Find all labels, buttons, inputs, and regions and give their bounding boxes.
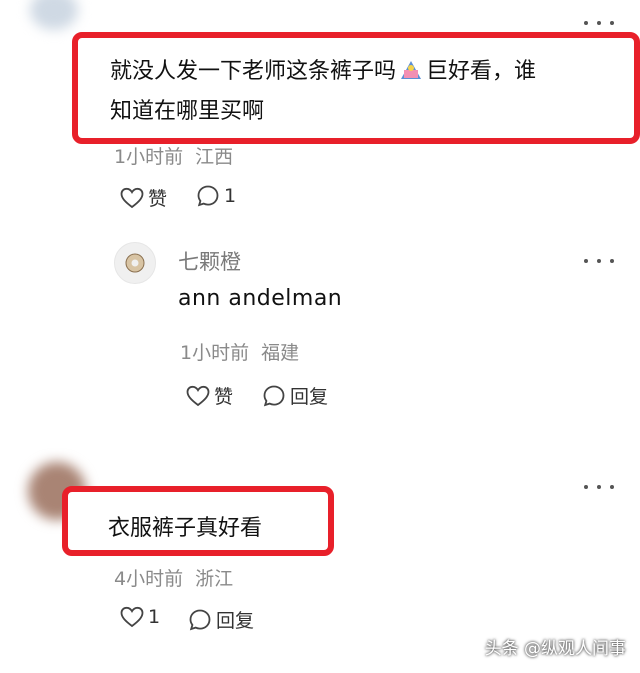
comment-bubble-icon [189,609,211,630]
reply-button[interactable]: 回复 [262,382,328,409]
reply-time: 1小时前 [180,342,250,364]
reply-location: 福建 [261,342,300,364]
reply-label: 回复 [290,386,329,408]
reply-count: 1 [224,185,237,207]
like-button[interactable]: 赞 [186,382,233,409]
comment-text-line2: 知道在哪里买啊 [110,99,265,124]
reply-button[interactable]: 回复 [188,606,254,633]
comment-bubble-icon [263,385,285,406]
comment-bubble-icon [197,185,219,207]
comment-text: 衣服裤子真好看 [108,516,263,541]
more-options-icon[interactable] [584,254,614,268]
comment-time: 4小时前 [114,568,184,590]
reply-button[interactable]: 1 [196,184,236,208]
heart-icon [120,606,144,628]
comment-location: 浙江 [195,568,234,590]
more-options-icon[interactable] [584,480,614,494]
like-label: 赞 [148,188,168,210]
more-options-icon[interactable] [584,16,614,30]
comment-meta: 1小时前 江西 [114,142,233,169]
avatar[interactable] [114,242,156,284]
reply-label: 回复 [216,610,255,632]
reply-text: ann andelman [178,286,343,311]
comment-text-line1-cont: 巨好看，谁 [426,59,537,84]
reply-username[interactable]: 七颗橙 [178,246,241,276]
comment-text: 就没人发一下老师这条裤子吗 巨好看，谁 知道在哪里买啊 [110,54,536,130]
like-label: 赞 [214,386,234,408]
reply-meta: 1小时前 福建 [180,338,299,365]
heart-icon [120,187,144,208]
comment-location: 江西 [195,146,234,168]
like-button[interactable]: 1 [120,606,160,628]
heart-icon [186,385,210,406]
donut-icon [125,253,145,273]
comment-time: 1小时前 [114,146,184,168]
like-button[interactable]: 赞 [120,184,167,211]
comment-meta: 4小时前 浙江 [114,564,233,591]
comment-text-line1: 就没人发一下老师这条裤子吗 [110,59,397,84]
like-count: 1 [148,606,161,628]
watermark: 头条 @纵观人间事 [484,639,626,659]
emoji-icon [398,58,424,94]
avatar[interactable] [30,0,78,30]
